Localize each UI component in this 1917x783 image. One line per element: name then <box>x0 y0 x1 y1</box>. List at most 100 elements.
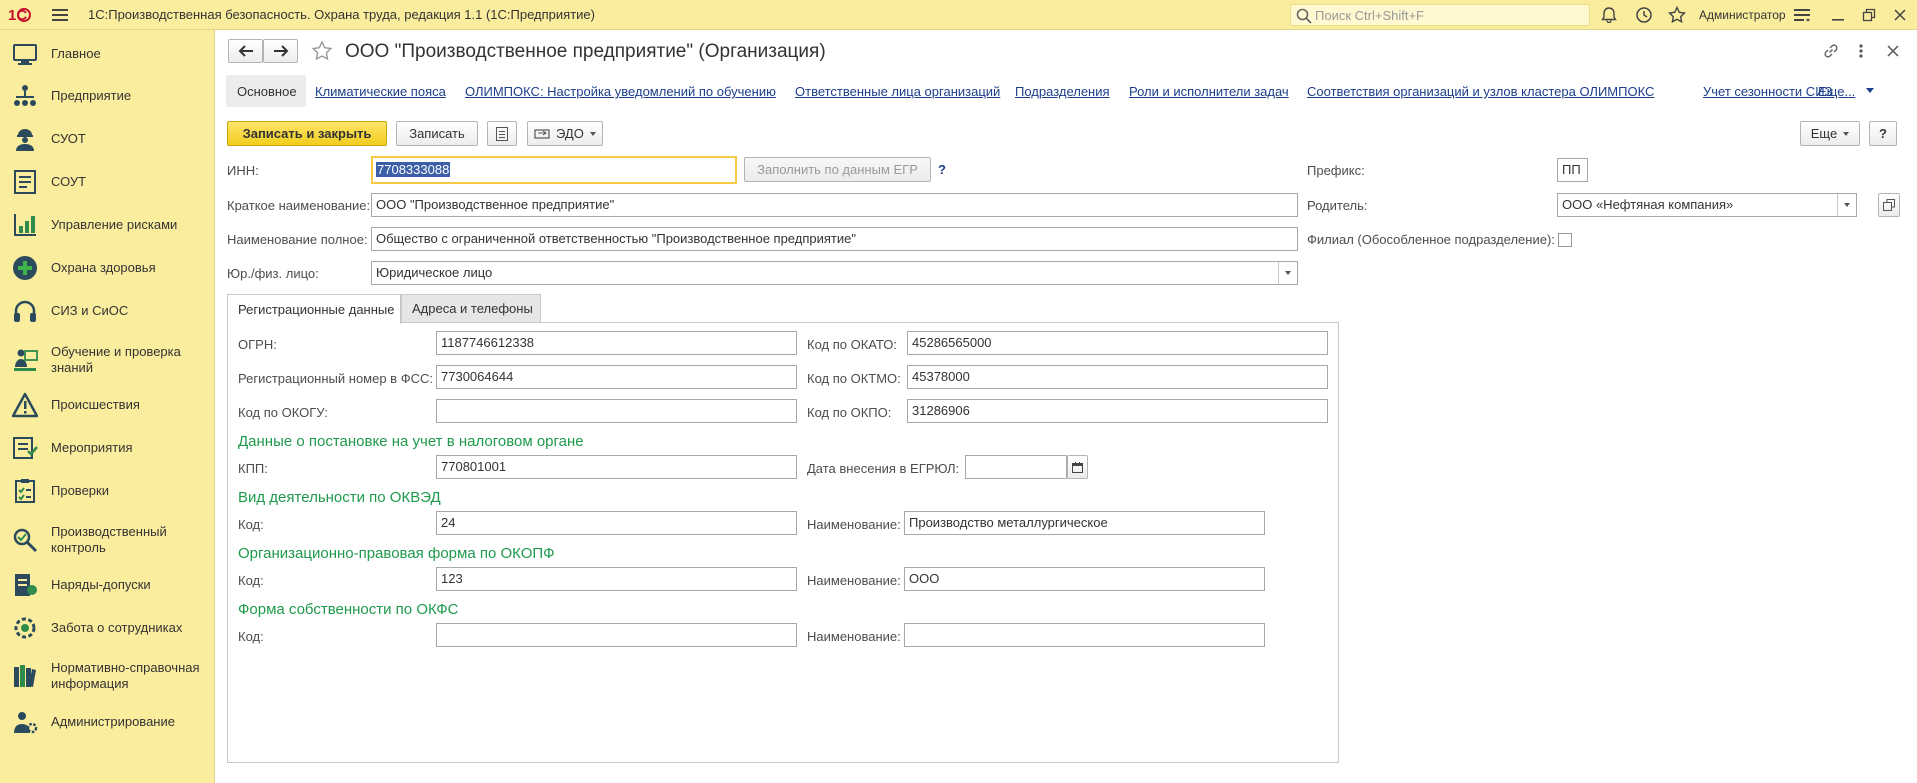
ogrn-input[interactable]: 1187746612338 <box>436 331 797 355</box>
legal-type-select[interactable]: Юридическое лицо <box>371 261 1298 285</box>
parent-select[interactable]: ООО «Нефтяная компания» <box>1557 193 1857 217</box>
tab-registration[interactable]: Регистрационные данные <box>227 294 401 324</box>
sidebar-item-care[interactable]: Забота о сотрудниках <box>0 615 215 641</box>
user-name[interactable]: Администратор <box>1699 8 1786 22</box>
sidebar-item-main[interactable]: Главное <box>0 41 215 67</box>
favorite-star-icon[interactable] <box>311 40 333 62</box>
oktmo-input[interactable]: 45378000 <box>907 365 1328 389</box>
sidebar-item-events[interactable]: Мероприятия <box>0 435 215 461</box>
inn-help-link[interactable]: ? <box>938 162 946 177</box>
nav-olympox-notifications[interactable]: ОЛИМПОКС: Настройка уведомлений по обуче… <box>465 84 776 99</box>
form-close-icon[interactable] <box>1887 45 1899 57</box>
help-button[interactable]: ? <box>1869 121 1897 146</box>
nav-responsible-persons[interactable]: Ответственные лица организаций <box>795 84 1000 99</box>
sidebar-item-label: Проверки <box>51 483 109 498</box>
medical-cross-icon <box>13 256 37 280</box>
sidebar-item-incidents[interactable]: Происшествия <box>0 392 215 418</box>
branch-checkbox[interactable] <box>1558 233 1572 247</box>
fill-from-egr-button[interactable]: Заполнить по данным ЕГР <box>744 157 931 182</box>
global-search[interactable]: Поиск Ctrl+Shift+F <box>1290 4 1590 26</box>
parent-open-button[interactable] <box>1878 193 1900 217</box>
okpo-input[interactable]: 31286906 <box>907 399 1328 423</box>
sidebar-item-suot[interactable]: СУОТ <box>0 126 215 152</box>
sidebar-item-training[interactable]: Обучение и проверка знаний <box>0 342 215 378</box>
books-icon <box>14 665 36 687</box>
egrul-date-input[interactable]: . . <box>965 455 1067 479</box>
sidebar-item-permits[interactable]: Наряды-допуски <box>0 572 215 598</box>
checklist-icon <box>15 479 35 503</box>
nav-ppe-seasonality[interactable]: Учет сезонности СИЗ <box>1703 84 1832 99</box>
worker-icon <box>16 129 34 151</box>
short-name-input[interactable]: ООО "Производственное предприятие" <box>371 193 1298 217</box>
nav-more-triangle-icon[interactable] <box>1866 88 1874 94</box>
legal-type-dropdown[interactable] <box>1278 262 1297 284</box>
sidebar-item-production-control[interactable]: Производственный контроль <box>0 522 215 558</box>
parent-value: ООО «Нефтяная компания» <box>1562 197 1734 212</box>
sidebar-item-label: Забота о сотрудниках <box>51 620 183 635</box>
headphones-icon <box>14 300 36 322</box>
parent-dropdown[interactable] <box>1837 194 1856 216</box>
okopf-name-input[interactable]: ООО <box>904 567 1265 591</box>
okfs-name-input[interactable] <box>904 623 1265 647</box>
chevron-down-icon <box>1844 203 1850 207</box>
forward-button[interactable] <box>263 39 298 63</box>
sidebar-item-risks[interactable]: Управление рисками <box>0 212 215 238</box>
kpp-input[interactable]: 770801001 <box>436 455 797 479</box>
sidebar-item-label: Наряды-допуски <box>51 577 151 592</box>
okogu-input[interactable] <box>436 399 797 423</box>
okato-input[interactable]: 45286565000 <box>907 331 1328 355</box>
admin-icon <box>14 712 38 734</box>
search-placeholder: Поиск Ctrl+Shift+F <box>1315 8 1424 23</box>
main-menu-icon[interactable] <box>52 8 68 22</box>
okfs-code-input[interactable] <box>436 623 797 647</box>
inn-input[interactable]: 7708333088 <box>371 156 737 184</box>
nav-main[interactable]: Основное <box>237 84 297 99</box>
sidebar-item-label: Нормативно-справочная информация <box>51 660 200 691</box>
bell-icon[interactable] <box>1601 7 1617 23</box>
document-list-icon <box>496 126 508 141</box>
prefix-input[interactable]: ПП <box>1557 158 1588 182</box>
restore-icon[interactable] <box>1862 8 1876 22</box>
sidebar-item-health[interactable]: Охрана здоровья <box>0 255 215 281</box>
nav-climate-zones[interactable]: Климатические пояса <box>315 84 446 99</box>
history-icon[interactable] <box>1635 6 1653 24</box>
1c-logo-icon[interactable]: 1С <box>8 6 40 24</box>
sidebar-item-enterprise[interactable]: Предприятие <box>0 83 215 109</box>
more-actions-button[interactable]: Еще <box>1800 121 1860 146</box>
nav-more[interactable]: Еще... <box>1818 84 1855 99</box>
home-icon <box>13 44 37 65</box>
calendar-button[interactable] <box>1067 455 1088 479</box>
edo-button[interactable]: ЭДО <box>527 121 603 146</box>
tab-addresses[interactable]: Адреса и телефоны <box>401 294 541 322</box>
sidebar-item-admin[interactable]: Администрирование <box>0 709 215 735</box>
sidebar-item-audits[interactable]: Проверки <box>0 478 215 504</box>
favorites-star-icon[interactable] <box>1668 6 1686 24</box>
document-icon <box>14 170 36 194</box>
close-icon[interactable] <box>1893 8 1907 22</box>
save-button[interactable]: Записать <box>396 121 478 146</box>
more-vertical-icon[interactable] <box>1857 42 1865 60</box>
minimize-icon[interactable] <box>1831 8 1845 22</box>
tab-registration-label: Регистрационные данные <box>238 302 395 317</box>
sidebar-item-reference[interactable]: Нормативно-справочная информация <box>0 658 215 694</box>
short-name-label: Краткое наименование: <box>227 198 371 213</box>
back-button[interactable] <box>228 39 263 63</box>
save-close-button[interactable]: Записать и закрыть <box>227 121 387 146</box>
fss-input[interactable]: 7730064644 <box>436 365 797 389</box>
chevron-down-icon <box>1285 271 1291 275</box>
nav-roles[interactable]: Роли и исполнители задач <box>1129 84 1289 99</box>
nav-departments[interactable]: Подразделения <box>1015 84 1110 99</box>
full-name-input[interactable]: Общество с ограниченной ответственностью… <box>371 227 1298 251</box>
okved-code-input[interactable]: 24 <box>436 511 797 535</box>
okopf-code-input[interactable]: 123 <box>436 567 797 591</box>
report-button[interactable] <box>487 121 517 146</box>
sidebar-item-label: Предприятие <box>51 88 132 103</box>
inn-label: ИНН: <box>227 163 259 178</box>
okved-name-input[interactable]: Производство металлургическое <box>904 511 1265 535</box>
calendar-icon <box>1072 461 1083 473</box>
nav-olympox-cluster[interactable]: Соответствия организаций и узлов кластер… <box>1307 84 1654 99</box>
link-icon[interactable] <box>1822 42 1840 60</box>
settings-menu-icon[interactable] <box>1794 8 1810 22</box>
sidebar-item-siz[interactable]: СИЗ и СиОС <box>0 298 215 324</box>
sidebar-item-sout[interactable]: СОУТ <box>0 169 215 195</box>
